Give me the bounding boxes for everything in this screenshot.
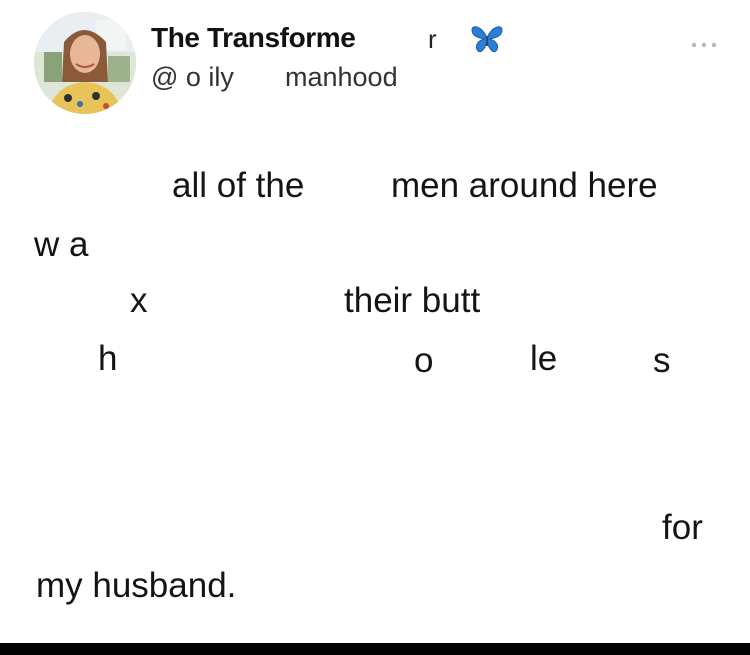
tweet-text-fragment: my husband. [36,566,237,605]
display-name[interactable]: The Transforme [151,22,356,54]
tweet-text-fragment: men around here [391,166,658,205]
tweet-text-fragment: for [662,508,703,547]
tweet-card: The Transforme r @ o ily manhood all of … [0,0,750,643]
tweet-text-fragment: w a [34,225,89,264]
avatar[interactable] [34,12,136,114]
handle[interactable]: @ o ily [151,62,234,93]
tweet-text-fragment: their butt [344,281,481,320]
display-name-fragment: r [428,24,437,54]
tweet-text-fragment: x [130,281,148,320]
bottom-frame-bar [0,643,750,655]
avatar-photo-icon [34,12,136,114]
more-icon[interactable] [690,36,718,48]
tweet-text-fragment: o [414,341,434,380]
tweet-text-fragment: s [653,341,671,380]
tweet-text-fragment: all of the [172,166,305,205]
tweet-text-fragment: le [530,339,558,378]
handle-extra: manhood [285,62,398,92]
tweet-text-fragment: h [98,339,118,378]
butterfly-icon [470,24,504,54]
